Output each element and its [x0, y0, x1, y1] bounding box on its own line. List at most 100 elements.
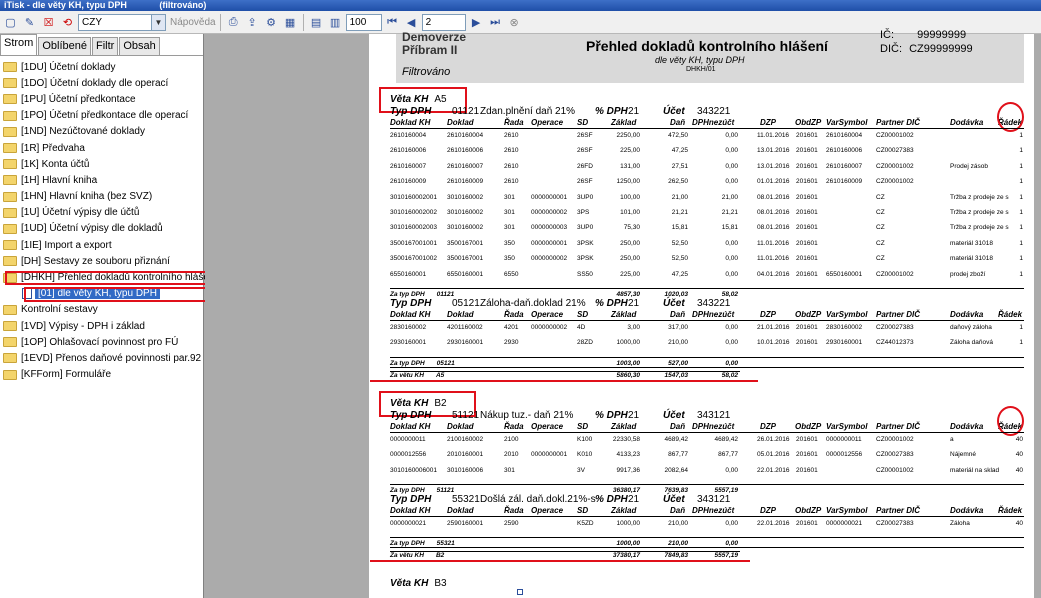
- two-page-icon[interactable]: ▥: [327, 14, 344, 31]
- table-cell: 1: [1019, 270, 1023, 278]
- table-cell: 201601: [796, 255, 818, 263]
- tree-item[interactable]: [1R] Předvaha: [0, 140, 203, 156]
- tree-item-label: [1HN] Hlavní kniha (bez SVZ): [21, 191, 153, 203]
- tree-item[interactable]: [1VD] Výpisy - DPH i základ: [0, 318, 203, 334]
- view-icon[interactable]: ▦: [282, 14, 299, 31]
- table-cell: 210,00: [668, 520, 688, 527]
- column-header: Partner DIČ: [876, 506, 921, 515]
- tree-item[interactable]: [1H] Hlavní kniha: [0, 172, 203, 188]
- tree-item[interactable]: [1UD] Účetní výpisy dle dokladů: [0, 221, 203, 237]
- tree-item[interactable]: [1ND] Nezúčtované doklady: [0, 124, 203, 140]
- table-cell: 26FD: [577, 162, 593, 170]
- ucet-label: Účet: [663, 298, 685, 309]
- folder-icon: [3, 207, 17, 218]
- table-cell: 2610160007: [826, 162, 863, 170]
- table-cell: 2610160006: [447, 147, 484, 155]
- tree-item[interactable]: [1DO] Účetní doklady dle operací: [0, 75, 203, 91]
- sum-veta-value: A5: [435, 371, 445, 379]
- table-cell: 2610160009: [390, 178, 427, 186]
- table-cell: 2010160001: [447, 451, 484, 459]
- table-cell: prodej zboží: [950, 270, 986, 278]
- help-button[interactable]: Nápověda: [170, 17, 216, 28]
- new-icon[interactable]: ▢: [2, 14, 19, 31]
- table-cell: CZ44012373: [876, 339, 914, 347]
- separator-line: [390, 288, 1024, 289]
- table-cell: materiál 31018: [950, 255, 993, 263]
- column-header: Partner DIČ: [876, 421, 921, 431]
- delete-icon[interactable]: ☒: [40, 14, 57, 31]
- tree-item-label: [1K] Konta účtů: [21, 158, 90, 170]
- table-cell: 201601: [796, 209, 818, 216]
- table-cell: 0000000001: [531, 239, 568, 247]
- table-cell: Prodej zásob: [950, 162, 988, 170]
- zoom-input[interactable]: 100: [345, 13, 382, 31]
- first-page-icon[interactable]: ⏮: [384, 14, 401, 31]
- column-header: ObdZP: [795, 310, 822, 319]
- tab-oblíbené[interactable]: Oblíbené: [38, 37, 91, 55]
- tree-item[interactable]: [1IE] Import a export: [0, 237, 203, 253]
- table-cell: 0000000021: [390, 520, 427, 527]
- tree-item[interactable]: [1K] Konta účtů: [0, 156, 203, 172]
- table-cell: 3V: [577, 466, 585, 474]
- table-cell: 301: [504, 193, 515, 201]
- column-header: SD: [577, 421, 589, 431]
- total-dan: 1547,03: [664, 371, 689, 379]
- sum-veta-text: Za větu KH: [390, 552, 424, 560]
- tree-item[interactable]: [1OP] Ohlašovací povinnost pro FÚ: [0, 334, 203, 350]
- table-cell: 26.01.2016: [757, 435, 790, 443]
- column-header: Dodávka: [950, 118, 984, 127]
- page-view-icon[interactable]: ▤: [308, 14, 325, 31]
- tree-item[interactable]: [1U] Účetní výpisy dle účtů: [0, 205, 203, 221]
- table-cell: 3010160002: [447, 209, 484, 216]
- table-cell: 301: [504, 209, 515, 216]
- settings-icon[interactable]: ⚙: [263, 14, 280, 31]
- tree-item[interactable]: [1PO] Účetní předkontace dle operací: [0, 108, 203, 124]
- table-cell: 2610160006: [390, 147, 427, 155]
- refresh-icon[interactable]: ⟲: [59, 14, 76, 31]
- table-cell: 2830160002: [826, 324, 863, 331]
- table-cell: 201601: [796, 339, 818, 347]
- column-header: Daň: [670, 118, 686, 127]
- stop-icon[interactable]: ⊗: [506, 14, 523, 31]
- table-cell: 4689,42: [664, 435, 689, 443]
- table-cell: 0,00: [725, 132, 738, 139]
- tab-filtr[interactable]: Filtr: [92, 37, 119, 55]
- tab-strom[interactable]: Strom: [0, 34, 38, 55]
- table-cell: 0000000002: [531, 255, 568, 263]
- chevron-down-icon[interactable]: ▼: [151, 14, 165, 30]
- print-icon[interactable]: ⎙: [225, 14, 242, 31]
- tree-item[interactable]: [DH] Sestavy ze souboru přiznání: [0, 253, 203, 269]
- page-input[interactable]: 2: [421, 13, 466, 31]
- tree-item[interactable]: Kontrolní sestavy: [0, 302, 203, 318]
- column-header: Partner DIČ: [876, 310, 921, 319]
- tree-item[interactable]: [1PU] Účetní předkontace: [0, 91, 203, 107]
- table-cell: 11.01.2016: [757, 255, 790, 263]
- tree-item-label: [1OP] Ohlašovací povinnost pro FÚ: [21, 336, 179, 348]
- table-cell: 317,00: [668, 324, 688, 331]
- separator-line: [390, 547, 1024, 549]
- table-cell: 22.01.2016: [757, 520, 790, 527]
- table-cell: CZ: [876, 193, 885, 201]
- table-cell: 225,00: [620, 270, 640, 278]
- table-cell: 3PSK: [577, 239, 594, 247]
- prev-page-icon[interactable]: ◀: [403, 14, 420, 31]
- sum-veta-text: Za větu KH: [390, 371, 424, 379]
- resize-handle[interactable]: [517, 589, 523, 595]
- tree-item[interactable]: [1DU] Účetní doklady: [0, 59, 203, 75]
- last-page-icon[interactable]: ⏭: [487, 14, 504, 31]
- export-icon[interactable]: ⇪: [244, 14, 261, 31]
- tree-item[interactable]: [KFForm] Formuláře: [0, 367, 203, 383]
- tab-obsah[interactable]: Obsah: [119, 37, 160, 55]
- tree-item[interactable]: [1HN] Hlavní kniha (bez SVZ): [0, 189, 203, 205]
- edit-icon[interactable]: ✎: [21, 14, 38, 31]
- table-cell: 201601: [796, 147, 818, 155]
- column-header: Doklad: [447, 421, 474, 431]
- next-page-icon[interactable]: ▶: [468, 14, 485, 31]
- column-header: SD: [577, 118, 589, 127]
- table-cell: 0000012556: [390, 451, 427, 459]
- table-cell: 3500167001002: [390, 255, 437, 263]
- table-cell: 2590: [504, 520, 519, 527]
- tree-item[interactable]: [1EVD] Přenos daňové povinnosti par.92: [0, 350, 203, 366]
- table-cell: daňový záloha: [950, 324, 992, 331]
- filter-select[interactable]: CZY ▼: [78, 13, 166, 31]
